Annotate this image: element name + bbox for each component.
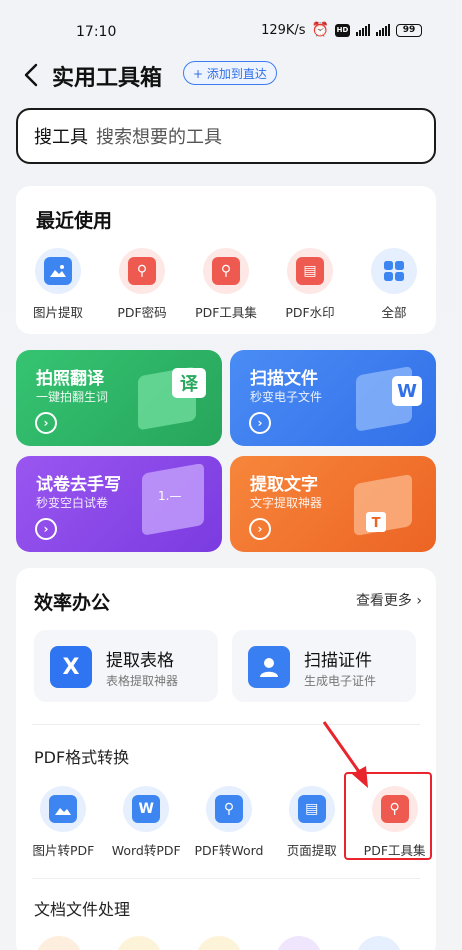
recent-item-label: PDF水印 [285, 305, 335, 320]
excel-icon: X [50, 646, 92, 688]
signal-icon [356, 24, 370, 36]
promo-subtitle: 文字提取神器 [250, 496, 323, 510]
search-input[interactable]: 搜工具 搜索想要的工具 [16, 108, 436, 164]
search-label: 搜工具 [34, 127, 88, 148]
add-shortcut-button[interactable]: + 添加到直达 [183, 61, 277, 85]
promo-photo-translate[interactable]: 拍照翻译 一键拍翻生词 › 译 [16, 350, 222, 446]
pdf-item-image-to-pdf[interactable]: 图片转PDF [22, 786, 105, 859]
promo-title: 试卷去手写 [36, 475, 121, 495]
recent-item-pdf-tools[interactable]: ⚲ PDF工具集 [184, 248, 268, 321]
scan-illustration: W [356, 366, 422, 431]
arrow-circle-icon: › [35, 412, 57, 434]
feature-subtitle: 表格提取神器 [106, 674, 179, 688]
promo-subtitle: 秒变空白试卷 [36, 496, 109, 510]
recent-item-label: PDF工具集 [195, 305, 257, 320]
pdf-item-label: PDF转Word [194, 843, 264, 858]
promo-title: 拍照翻译 [36, 369, 104, 389]
doc-tool-icon[interactable] [116, 936, 162, 950]
doc-tool-icon[interactable] [356, 936, 402, 950]
image-to-pdf-icon [40, 786, 87, 832]
pdf-section-title: PDF格式转换 [34, 748, 130, 767]
pdf-item-label: 图片转PDF [32, 843, 95, 858]
pdf-item-label: 页面提取 [286, 843, 337, 858]
recent-item-all[interactable]: 全部 [352, 248, 436, 321]
arrow-circle-icon: › [249, 518, 271, 540]
arrow-circle-icon: › [35, 518, 57, 540]
pdf-item-pdf-to-word[interactable]: ⚲ PDF转Word [188, 786, 271, 859]
arrow-circle-icon: › [249, 412, 271, 434]
pdf-watermark-icon: ▤ [287, 248, 333, 294]
feature-extract-table[interactable]: X 提取表格 表格提取神器 [34, 630, 218, 702]
promo-subtitle: 秒变电子文件 [250, 390, 323, 404]
svg-text:T: T [372, 516, 381, 531]
recent-item-pdf-password[interactable]: ⚲ PDF密码 [100, 248, 184, 321]
annotation-highlight-box [344, 772, 432, 860]
battery-icon: 99 [396, 23, 422, 37]
promo-scan-file[interactable]: 扫描文件 秒变电子文件 › W [230, 350, 436, 446]
recent-title: 最近使用 [36, 210, 113, 232]
signal-icon-2 [376, 24, 390, 36]
translate-illustration: 译 [138, 367, 206, 430]
feature-title: 扫描证件 [304, 651, 372, 671]
svg-text:1.—: 1.— [158, 489, 181, 503]
word-to-pdf-icon: W [123, 786, 170, 832]
divider [32, 878, 420, 879]
pdf-tools-icon: ⚲ [203, 248, 249, 294]
doc-tools-list [36, 936, 436, 950]
recent-list: 图片提取 ⚲ PDF密码 ⚲ PDF工具集 ▤ PDF水印 全部 [16, 248, 436, 321]
feature-scan-id[interactable]: 扫描证件 生成电子证件 [232, 630, 416, 702]
ocr-illustration: T [354, 474, 412, 536]
promo-title: 扫描文件 [250, 369, 318, 389]
doc-section-title: 文档文件处理 [34, 900, 131, 919]
doc-tool-icon[interactable] [36, 936, 82, 950]
recent-item-label: PDF密码 [117, 305, 167, 320]
hd-icon: HD [335, 23, 350, 37]
doc-tool-icon[interactable] [276, 936, 322, 950]
recent-item-pdf-watermark[interactable]: ▤ PDF水印 [268, 248, 352, 321]
alarm-icon: ⏰ [311, 22, 329, 38]
status-icons: 129K/s ⏰ HD 99 [261, 22, 422, 38]
recent-item-image-extract[interactable]: 图片提取 [16, 248, 100, 321]
pdf-item-label: Word转PDF [111, 843, 181, 858]
exam-illustration: 1.— [142, 464, 204, 535]
promo-subtitle: 一键拍翻生词 [36, 390, 109, 404]
pdf-to-word-icon: ⚲ [205, 786, 252, 832]
pdf-lock-icon: ⚲ [119, 248, 165, 294]
svg-text:W: W [397, 381, 417, 402]
image-extract-icon [35, 248, 81, 294]
grid-icon [371, 248, 417, 294]
feature-subtitle: 生成电子证件 [304, 674, 377, 688]
recent-card: 最近使用 图片提取 ⚲ PDF密码 ⚲ PDF工具集 ▤ PDF水印 全部 [16, 186, 436, 334]
back-icon[interactable] [20, 62, 42, 88]
efficiency-title: 效率办公 [34, 592, 111, 614]
network-speed: 129K/s [261, 22, 306, 38]
doc-tool-icon[interactable] [196, 936, 242, 950]
promo-remove-handwriting[interactable]: 试卷去手写 秒变空白试卷 › 1.— [16, 456, 222, 552]
promo-extract-text[interactable]: 提取文字 文字提取神器 › T [230, 456, 436, 552]
promo-title: 提取文字 [250, 475, 318, 495]
recent-item-label: 全部 [381, 305, 407, 320]
id-card-icon [248, 646, 290, 688]
pdf-item-page-extract[interactable]: ▤ 页面提取 [270, 786, 353, 859]
pdf-item-word-to-pdf[interactable]: W Word转PDF [105, 786, 188, 859]
status-time: 17:10 [76, 24, 117, 40]
status-bar: 17:10 129K/s ⏰ HD 99 [0, 0, 462, 58]
page-extract-icon: ▤ [288, 786, 335, 832]
page-title: 实用工具箱 [52, 66, 163, 91]
feature-title: 提取表格 [106, 651, 174, 671]
svg-text:译: 译 [180, 374, 199, 395]
search-placeholder: 搜索想要的工具 [96, 127, 222, 148]
view-more-link[interactable]: 查看更多 › [356, 590, 422, 610]
recent-item-label: 图片提取 [32, 305, 83, 320]
header: 实用工具箱 + 添加到直达 [0, 58, 462, 98]
